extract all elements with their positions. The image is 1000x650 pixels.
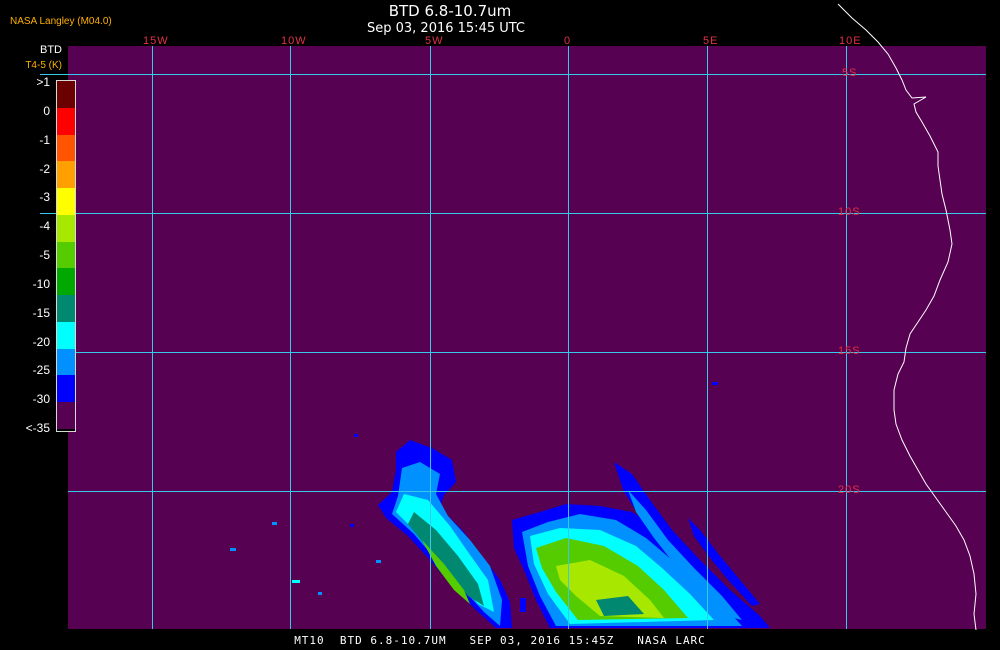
- source-label: NASA Langley (M04.0): [10, 16, 112, 27]
- cloud-features: [230, 382, 770, 628]
- coastline: [837, 3, 977, 631]
- legend-color-swatch: [57, 134, 75, 162]
- longitude-label: 10E: [839, 35, 862, 47]
- latitude-label: 10S: [838, 206, 861, 218]
- legend-color-swatch: [57, 81, 75, 108]
- latitude-label: 15S: [838, 345, 861, 357]
- legend-color-swatch: [57, 348, 75, 376]
- latitude-label: 20S: [838, 484, 861, 496]
- longitude-label: 5E: [703, 35, 719, 47]
- product-title: BTD 6.8-10.7um: [388, 2, 512, 20]
- legend-tick-label: -5: [39, 248, 50, 262]
- legend-tick-label: 0: [43, 103, 50, 118]
- map-overlay: [40, 3, 986, 631]
- longitude-label: 15W: [143, 35, 169, 47]
- legend-tick-label: -3: [39, 190, 50, 205]
- legend-color-swatch: [57, 107, 75, 135]
- longitude-label: 5W: [425, 35, 444, 47]
- legend-tick-label: -15: [32, 305, 50, 320]
- legend-color-swatch: [57, 375, 75, 403]
- legend-tick-label: >1: [36, 75, 50, 89]
- legend-color-swatch: [57, 214, 75, 242]
- legend-color-swatch: [57, 161, 75, 189]
- satellite-image-viewer: BTD 6.8-10.7um Sep 03, 2016 15:45 UTC NA…: [0, 0, 1000, 650]
- legend-color-swatch: [57, 321, 75, 349]
- latitude-label: 5S: [842, 67, 858, 79]
- legend-tick-label: -30: [32, 392, 50, 407]
- legend-color-swatch: [57, 241, 75, 269]
- graticule: [40, 46, 986, 629]
- legend-tick-label: -10: [32, 276, 50, 291]
- legend-tick-label: -2: [39, 161, 50, 176]
- legend-color-swatch: [57, 295, 75, 322]
- footer-caption: MT10 BTD 6.8-10.7UM SEP 03, 2016 15:45Z …: [294, 634, 706, 647]
- legend-tick-label: -4: [39, 219, 50, 234]
- longitude-label: 0: [564, 35, 572, 47]
- legend-color-swatch: [57, 268, 75, 296]
- legend-color-swatch: [57, 402, 75, 429]
- color-scale-bar: [56, 80, 76, 432]
- legend-tick-label: -20: [32, 334, 50, 349]
- legend-tick-label: -25: [32, 363, 50, 378]
- legend-tick-label: -1: [39, 132, 50, 147]
- legend-title: BTD: [40, 44, 62, 56]
- longitude-label: 10W: [281, 35, 307, 47]
- legend-color-swatch: [57, 188, 75, 215]
- legend-subtitle: T4-5 (K): [25, 60, 62, 71]
- timestamp-label: Sep 03, 2016 15:45 UTC: [366, 21, 526, 36]
- legend-tick-label: <-35: [25, 421, 50, 435]
